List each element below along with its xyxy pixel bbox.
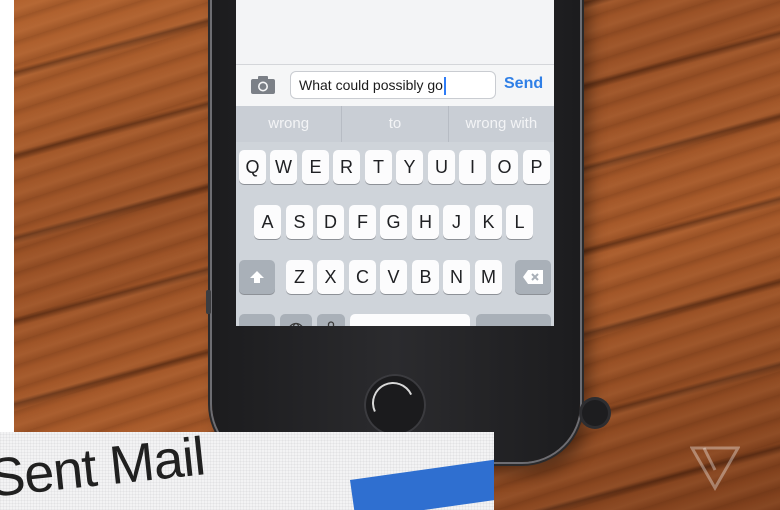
keyboard-row-4: 123 space return (236, 314, 554, 326)
message-thread-area (236, 0, 554, 64)
return-key[interactable]: return (476, 314, 551, 326)
phone-screen: What could possibly go Send wrong to wro… (236, 0, 554, 326)
message-text: What could possibly go (299, 77, 443, 93)
prediction-3[interactable]: wrong with (449, 106, 554, 142)
keyboard-row-1: Q W E R T Y U I O P (236, 150, 554, 188)
numbers-key[interactable]: 123 (239, 314, 275, 326)
key-a[interactable]: A (254, 205, 281, 239)
sent-mail-title: Sent Mail (0, 432, 208, 509)
volume-button (206, 290, 211, 314)
key-w[interactable]: W (270, 150, 297, 184)
send-button[interactable]: Send (504, 75, 543, 93)
keyboard: Q W E R T Y U I O P A S D F G H J K L Z … (236, 142, 554, 326)
key-m[interactable]: M (475, 260, 502, 294)
blue-highlight (350, 457, 494, 510)
key-n[interactable]: N (443, 260, 470, 294)
prediction-2[interactable]: to (342, 106, 449, 142)
key-b[interactable]: B (412, 260, 439, 294)
key-v[interactable]: V (380, 260, 407, 294)
home-button[interactable] (364, 374, 426, 436)
key-q[interactable]: Q (239, 150, 266, 184)
key-y[interactable]: Y (396, 150, 423, 184)
key-s[interactable]: S (286, 205, 313, 239)
key-u[interactable]: U (428, 150, 455, 184)
prediction-1[interactable]: wrong (236, 106, 343, 142)
key-p[interactable]: P (523, 150, 550, 184)
key-g[interactable]: G (380, 205, 407, 239)
message-input-bar: What could possibly go Send (236, 64, 554, 107)
key-o[interactable]: O (491, 150, 518, 184)
shift-icon[interactable] (239, 260, 275, 294)
microphone-icon[interactable] (317, 314, 345, 326)
key-z[interactable]: Z (286, 260, 313, 294)
delete-icon[interactable] (515, 260, 551, 294)
key-l[interactable]: L (506, 205, 533, 239)
space-key[interactable]: space (350, 314, 470, 326)
key-r[interactable]: R (333, 150, 360, 184)
camera-icon[interactable] (250, 75, 276, 95)
touch-id-ring (366, 376, 420, 430)
key-j[interactable]: J (443, 205, 470, 239)
keyboard-row-2: A S D F G H J K L (236, 205, 554, 243)
verge-logo-icon (690, 446, 740, 492)
iphone: What could possibly go Send wrong to wro… (206, 0, 580, 462)
message-text-field[interactable]: What could possibly go (290, 71, 496, 99)
key-h[interactable]: H (412, 205, 439, 239)
headphone-plug (582, 400, 608, 426)
text-caret (443, 77, 446, 96)
key-i[interactable]: I (459, 150, 486, 184)
key-d[interactable]: D (317, 205, 344, 239)
key-x[interactable]: X (317, 260, 344, 294)
key-f[interactable]: F (349, 205, 376, 239)
keyboard-row-3: Z X C V B N M (236, 260, 554, 298)
predictive-text-bar: wrong to wrong with (236, 106, 554, 142)
key-c[interactable]: C (349, 260, 376, 294)
globe-icon[interactable] (280, 314, 312, 326)
key-e[interactable]: E (302, 150, 329, 184)
key-k[interactable]: K (475, 205, 502, 239)
sent-mail-overlay: Sent Mail (0, 432, 494, 510)
key-t[interactable]: T (365, 150, 392, 184)
